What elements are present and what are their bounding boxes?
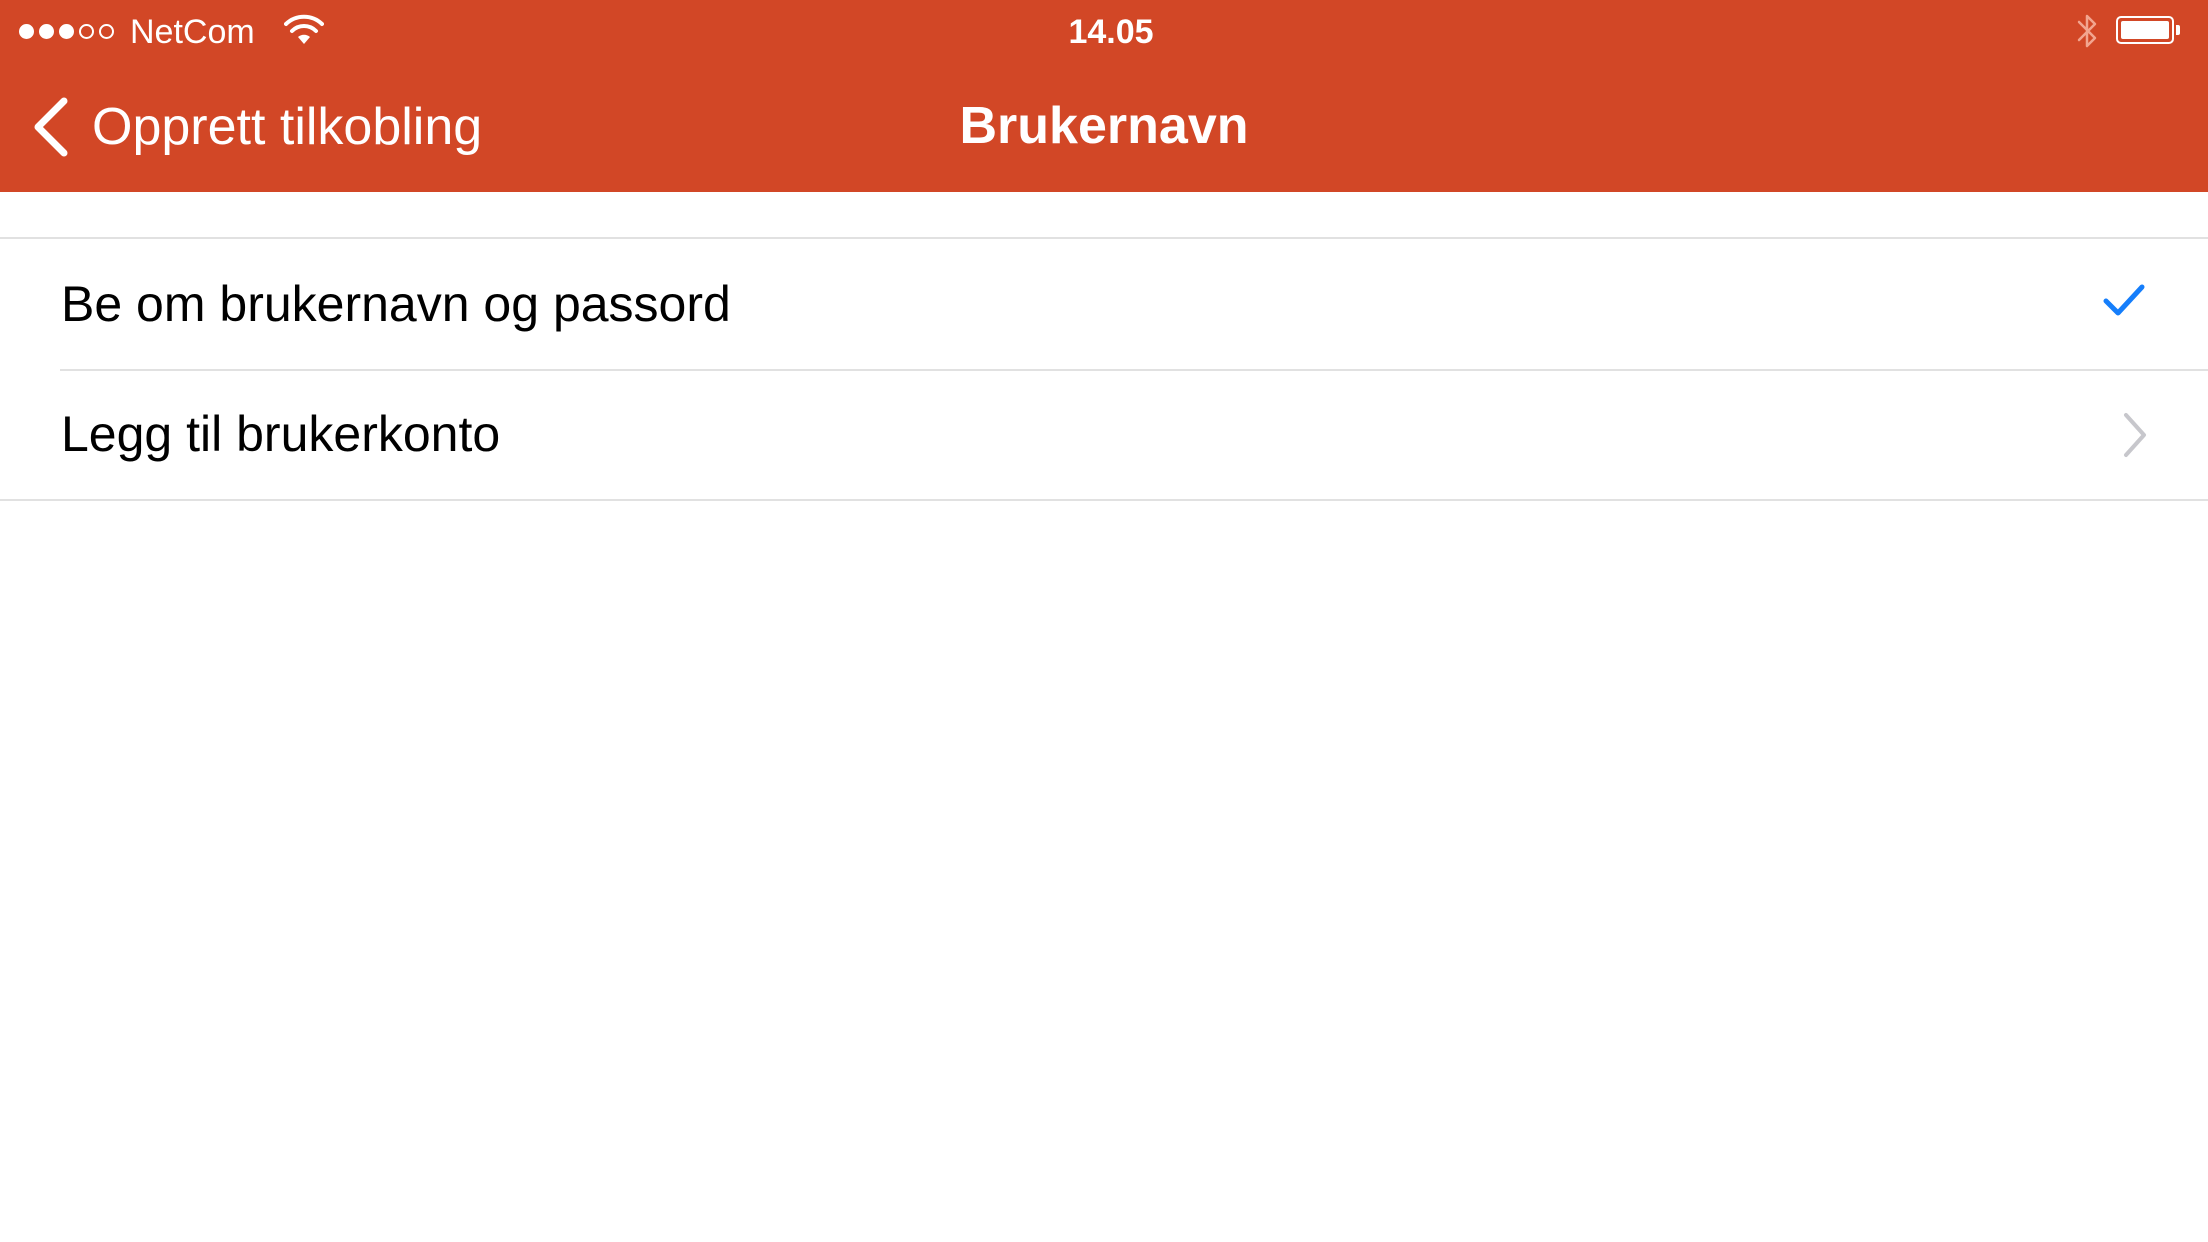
- list-item-ask-credentials[interactable]: Be om brukernavn og passord: [0, 239, 2208, 369]
- bluetooth-icon: [2077, 14, 2097, 48]
- list-item-label: Legg til brukerkonto: [61, 406, 501, 462]
- checkmark-icon: [2103, 284, 2145, 316]
- list-item-add-user-account[interactable]: Legg til brukerkonto: [0, 369, 2208, 499]
- navigation-bar: Opprett tilkobling Brukernavn: [0, 62, 2208, 192]
- options-list: Be om brukernavn og passord Legg til bru…: [0, 237, 2208, 501]
- page-title: Brukernavn: [959, 97, 1249, 155]
- status-bar: NetCom 14.05: [0, 0, 2208, 62]
- battery-icon: [2116, 16, 2174, 44]
- status-time: 14.05: [1068, 13, 1154, 51]
- chevron-right-icon: [2124, 413, 2146, 457]
- list-item-label: Be om brukernavn og passord: [61, 276, 731, 332]
- header-bar: NetCom 14.05 Opprett tilkobling Brukerna…: [0, 0, 2208, 192]
- battery-tip: [2176, 25, 2180, 35]
